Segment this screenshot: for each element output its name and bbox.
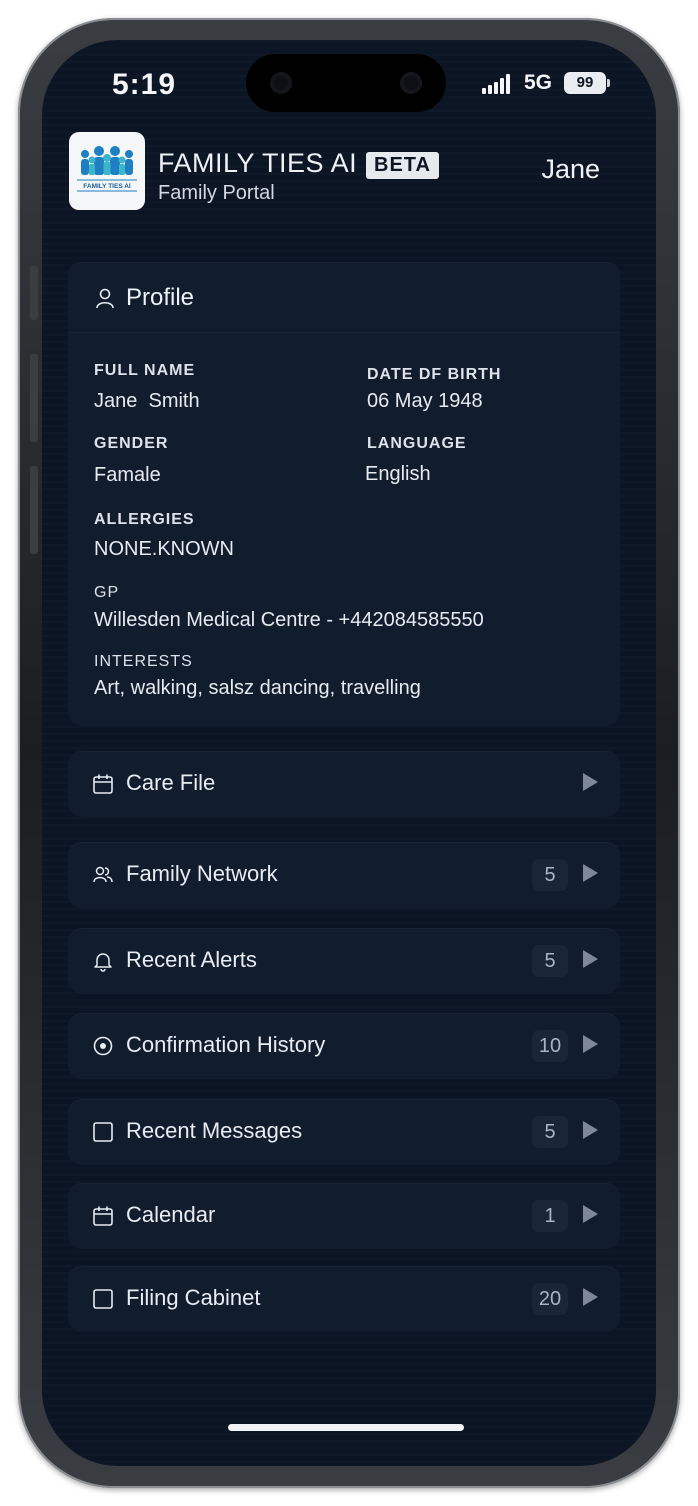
battery-icon: 99 (564, 72, 610, 94)
dob-label: DATE DF BIRTH (367, 366, 502, 383)
gp-label: GP (94, 584, 120, 601)
chevron-right-icon (583, 1035, 598, 1053)
clipboard-icon (93, 774, 113, 794)
family-network-label: Family Network (126, 861, 278, 886)
status-time: 5:19 (112, 68, 177, 101)
chevron-right-icon (583, 864, 598, 882)
family-logo-icon: FAMILY TIES AI (77, 146, 137, 192)
profile-title: Profile (126, 284, 195, 311)
people-icon (93, 866, 113, 883)
recent-alerts-row[interactable]: Recent Alerts 5 (68, 928, 620, 994)
language-value: English (365, 463, 431, 485)
app-header: FAMILY TIES AI FAMILY TIES AI BETA Famil… (42, 128, 656, 238)
side-button (30, 266, 38, 320)
chevron-right-icon (583, 773, 598, 791)
status-bar: 5:19 5G 99 (42, 40, 656, 130)
recent-alerts-count-badge: 5 (532, 945, 568, 977)
person-icon (96, 288, 114, 309)
target-icon (93, 1036, 113, 1056)
recent-alerts-label: Recent Alerts (126, 947, 257, 972)
volume-down-button (30, 466, 38, 554)
gender-value: Famale (94, 464, 161, 486)
screen: 5:19 5G 99 FAMILY TIES AI FAMILY TIES AI… (42, 40, 656, 1466)
chevron-right-icon (583, 1288, 598, 1306)
filing-cabinet-count-badge: 20 (532, 1283, 568, 1315)
chevron-right-icon (583, 1121, 598, 1139)
confirmation-history-count-badge: 10 (532, 1030, 568, 1062)
calendar-label: Calendar (126, 1202, 216, 1227)
calendar-count-badge: 1 (532, 1200, 568, 1232)
volume-up-button (30, 354, 38, 442)
interests-value: Art, walking, salsz dancing, travelling (94, 677, 421, 699)
logo-text: FAMILY TIES AI (83, 183, 131, 190)
allergies-label: ALLERGIES (94, 511, 195, 528)
profile-header[interactable]: Profile (68, 262, 620, 333)
recent-messages-row[interactable]: Recent Messages 5 (68, 1099, 620, 1165)
calendar-row[interactable]: Calendar 1 (68, 1183, 620, 1249)
square-icon (93, 1289, 113, 1309)
dob-value: 06 May 1948 (367, 390, 483, 412)
chevron-right-icon (583, 950, 598, 968)
family-network-count-badge: 5 (532, 859, 568, 891)
full-name-label: FULL NAME (94, 362, 196, 379)
recent-messages-label: Recent Messages (126, 1118, 303, 1143)
profile-card: Profile FULL NAME Jane Smith DATE DF BIR… (68, 262, 620, 726)
interests-label: INTERESTS (94, 653, 193, 670)
app-subtitle: Family Portal (158, 182, 275, 204)
gp-value: Willesden Medical Centre - +442084585550 (94, 609, 484, 631)
care-file-row[interactable]: Care File (68, 751, 620, 817)
dynamic-island (246, 54, 446, 112)
gender-label: GENDER (94, 435, 169, 452)
filing-cabinet-label: Filing Cabinet (126, 1285, 261, 1310)
camera-sensor-icon (270, 72, 292, 94)
app-title: FAMILY TIES AI (158, 148, 358, 178)
bell-icon (94, 953, 112, 972)
language-label: LANGUAGE (367, 435, 467, 452)
beta-badge: BETA (366, 152, 439, 179)
calendar-icon (93, 1206, 113, 1226)
family-network-row[interactable]: Family Network 5 (68, 842, 620, 908)
home-indicator[interactable] (228, 1424, 464, 1431)
network-label: 5G (524, 71, 553, 94)
square-icon (93, 1122, 113, 1142)
chevron-right-icon (583, 1205, 598, 1223)
recent-messages-count-badge: 5 (532, 1116, 568, 1148)
care-file-label: Care File (126, 770, 216, 795)
confirmation-history-row[interactable]: Confirmation History 10 (68, 1013, 620, 1079)
signal-icon (482, 74, 512, 94)
app-logo[interactable]: FAMILY TIES AI (69, 132, 145, 210)
user-name[interactable]: Jane (541, 154, 600, 185)
confirmation-history-label: Confirmation History (126, 1032, 326, 1057)
camera-lens-icon (400, 72, 422, 94)
allergies-value: NONE.KNOWN (94, 538, 234, 560)
full-name-value: Jane Smith (94, 390, 200, 412)
filing-cabinet-row[interactable]: Filing Cabinet 20 (68, 1266, 620, 1332)
